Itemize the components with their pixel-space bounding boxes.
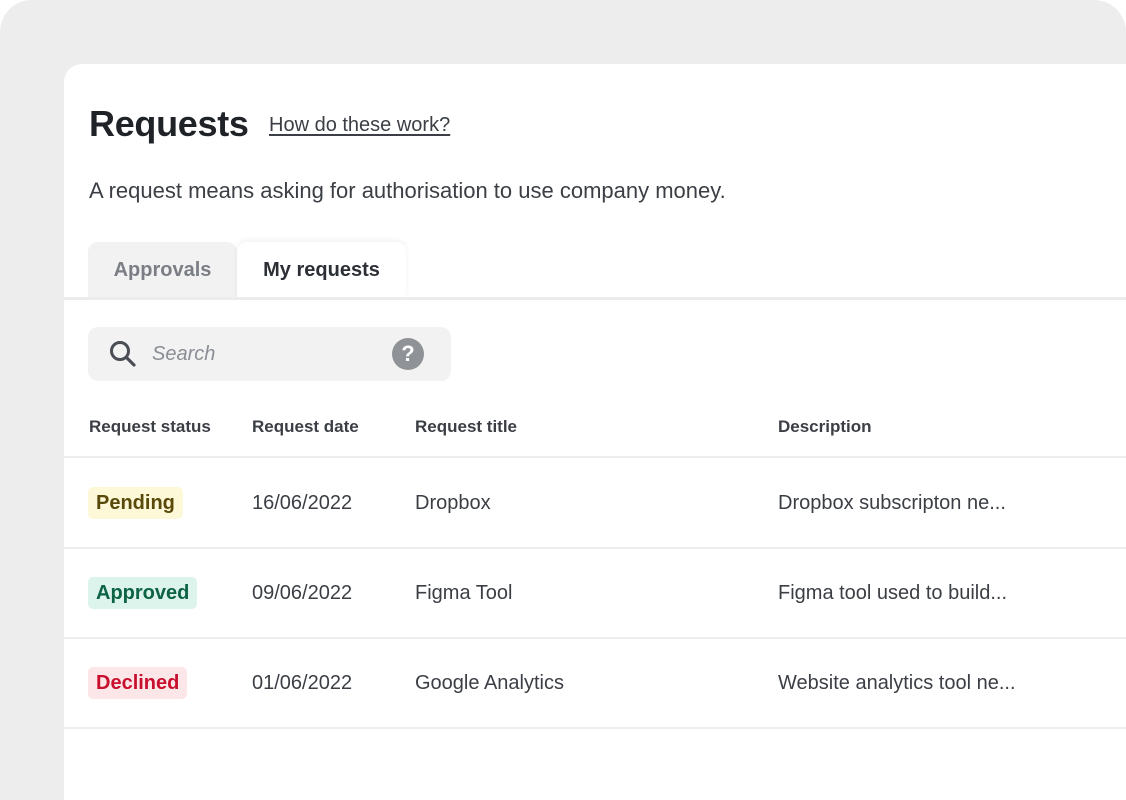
request-date: 01/06/2022 [252,672,353,694]
request-date: 16/06/2022 [252,492,353,514]
request-date: 09/06/2022 [252,582,353,604]
column-header-title[interactable]: Request title [415,416,517,438]
tab-my-requests[interactable]: My requests [237,242,406,298]
request-title: Dropbox [415,492,491,514]
tabs-divider [64,297,1126,300]
column-header-date[interactable]: Request date [252,416,359,438]
column-header-description[interactable]: Description [778,416,872,438]
request-tabs: Approvals My requests [88,242,406,298]
table-row[interactable]: Pending 16/06/2022 Dropbox Dropbox subsc… [64,458,1126,549]
request-description: Website analytics tool ne... [778,672,1016,694]
status-badge: Approved [88,577,198,609]
tab-approvals[interactable]: Approvals [88,242,237,298]
status-badge: Pending [88,487,183,519]
request-description: Dropbox subscripton ne... [778,492,1006,514]
question-circle-icon[interactable]: ? [392,338,424,370]
table-row[interactable]: Approved 09/06/2022 Figma Tool Figma too… [64,548,1126,639]
page-title: Requests [89,103,249,144]
status-badge: Declined [88,667,188,699]
how-it-works-link[interactable]: How do these work? [269,112,450,138]
search-icon [110,341,136,367]
request-description: Figma tool used to build... [778,582,1008,604]
app-frame: Requests How do these work? A request me… [0,0,1126,800]
request-title: Google Analytics [415,672,564,694]
table-row[interactable]: Declined 01/06/2022 Google Analytics Web… [64,638,1126,729]
request-title: Figma Tool [415,582,513,604]
requests-panel: Requests How do these work? A request me… [64,64,1126,800]
search-bar: ? [88,327,451,381]
search-input[interactable] [152,337,382,371]
page-description: A request means asking for authorisation… [89,178,726,203]
column-header-status[interactable]: Request status [89,416,211,438]
table-header: Request status Request date Request titl… [64,402,1126,458]
